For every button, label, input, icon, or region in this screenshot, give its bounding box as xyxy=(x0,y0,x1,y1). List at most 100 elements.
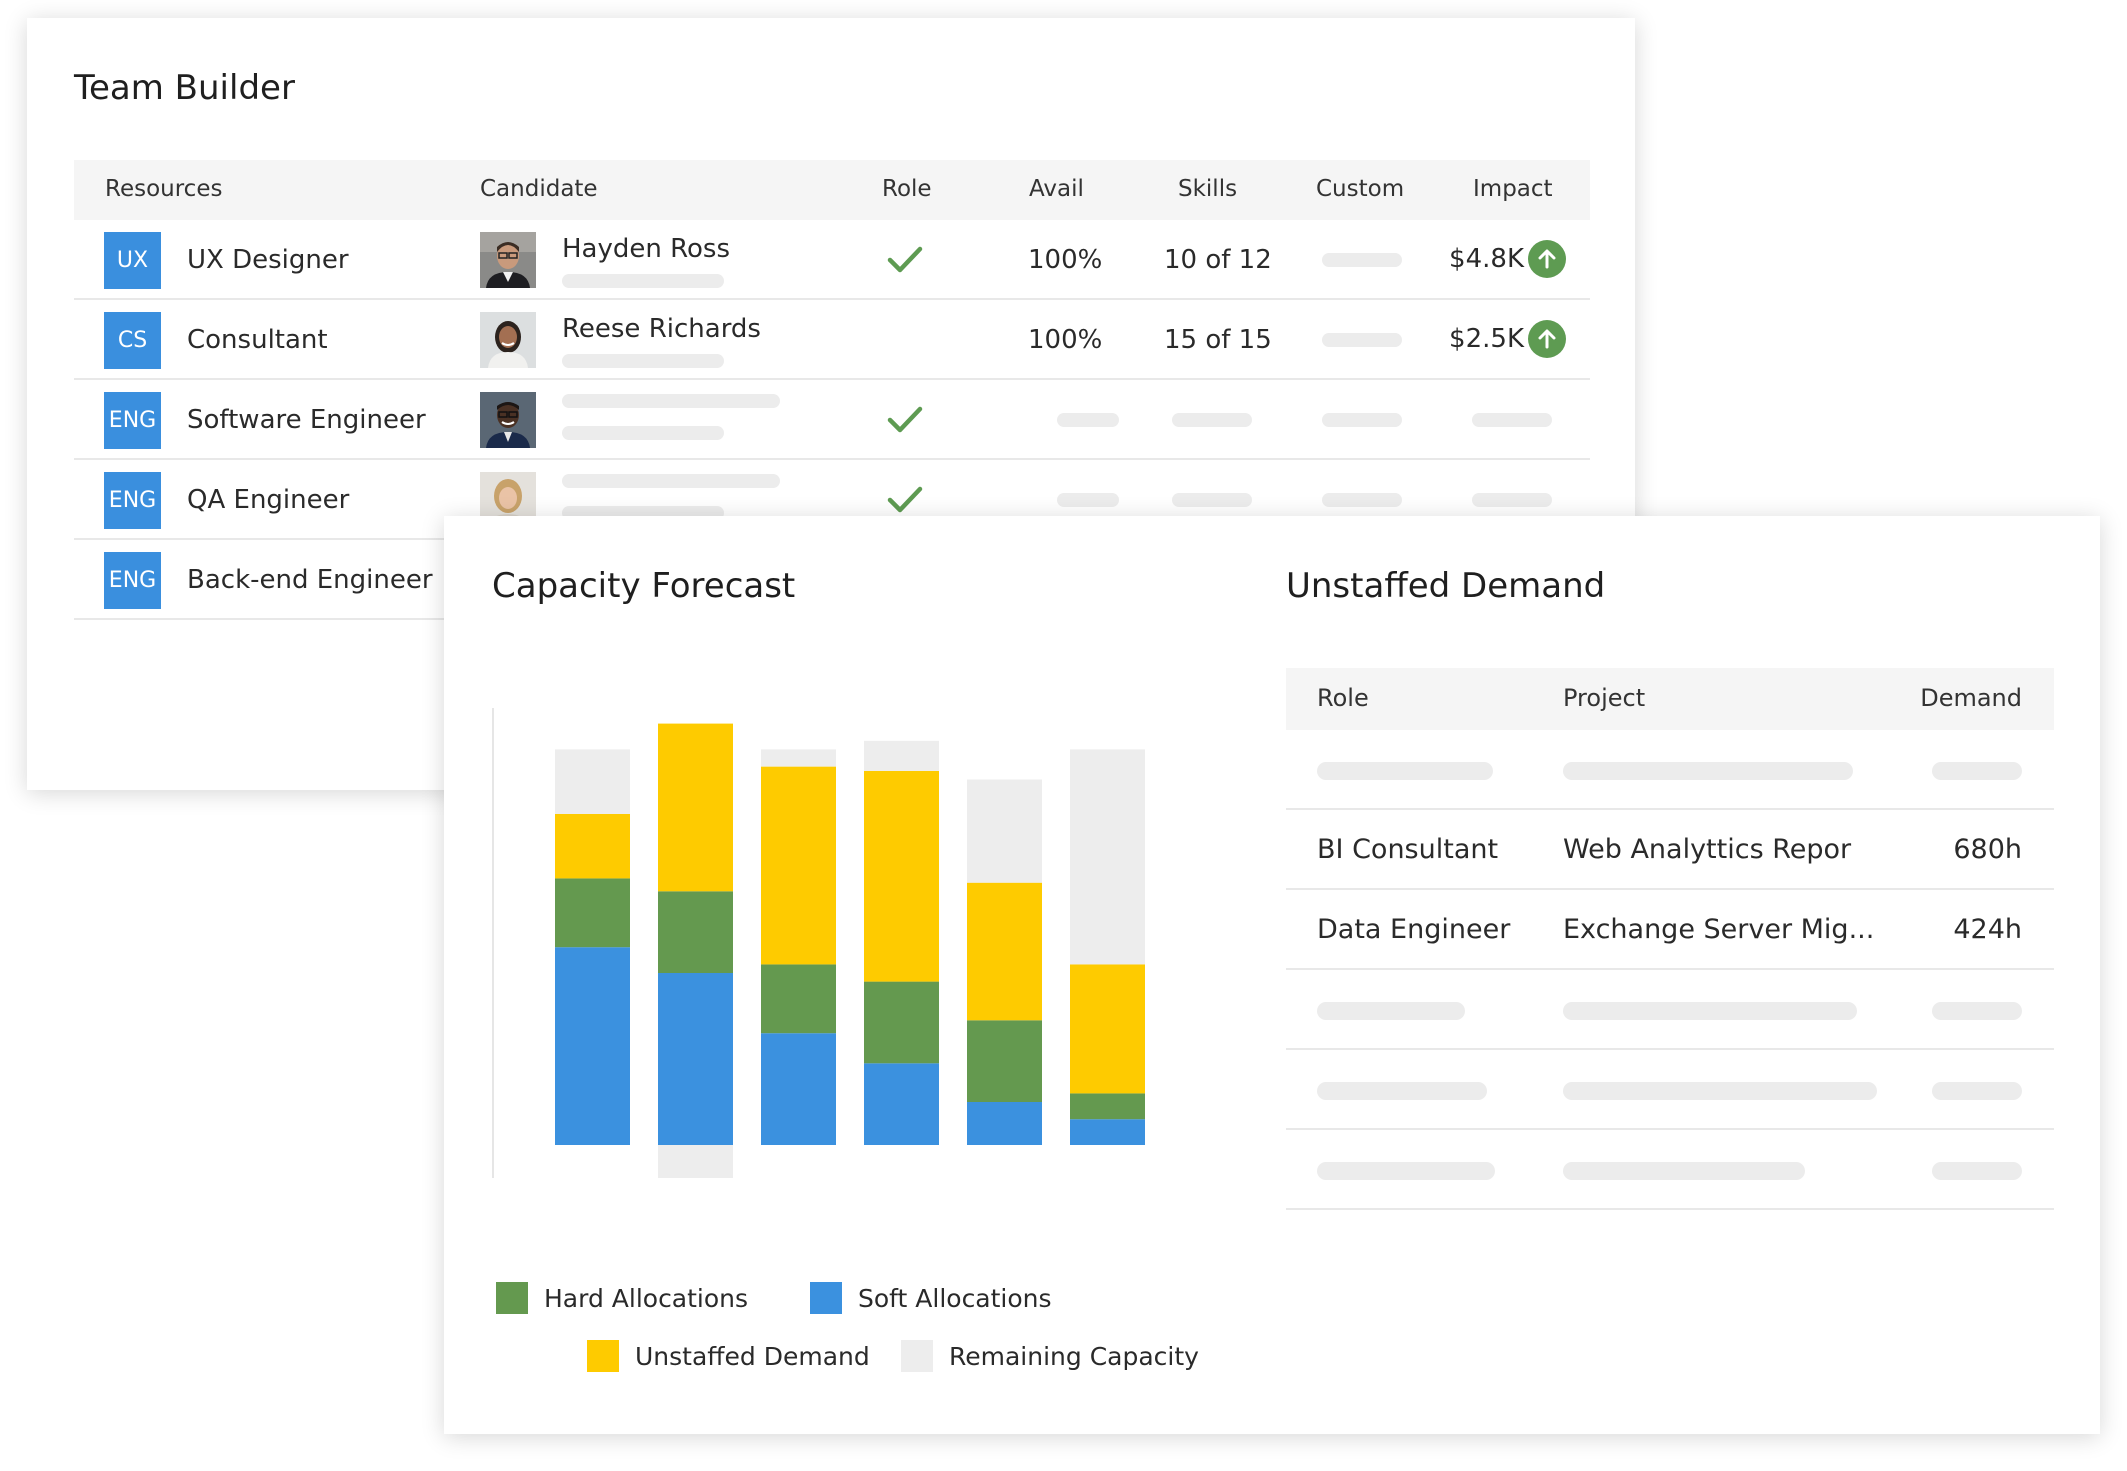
bar-segment-hard-allocations[interactable] xyxy=(555,878,630,948)
unstaffed-demand-table-header: Role Project Demand xyxy=(1286,668,2054,730)
resource-badge: ENG xyxy=(104,472,161,529)
impact-placeholder xyxy=(1472,493,1552,507)
table-row[interactable]: ENG Software Engineer xyxy=(74,380,1590,460)
placeholder-bar xyxy=(1563,1162,1805,1180)
col-role[interactable]: Role xyxy=(1317,684,1369,712)
impact-cell: $4.8K xyxy=(1449,240,1566,278)
legend-soft-allocations[interactable]: Soft Allocations xyxy=(810,1282,1052,1314)
table-row[interactable] xyxy=(1286,730,2054,810)
bar-segment-soft-allocations[interactable] xyxy=(967,1102,1042,1145)
avatar-software-engineer[interactable] xyxy=(480,392,536,448)
bar-segment-unstaffed-demand[interactable] xyxy=(658,723,733,892)
bar-segment-soft-allocations[interactable] xyxy=(864,1063,939,1145)
resource-name: UX Designer xyxy=(187,245,349,275)
bar-segment-soft-allocations[interactable] xyxy=(761,1033,836,1145)
avail-placeholder xyxy=(1057,493,1119,507)
check-icon xyxy=(887,485,923,519)
bar-segment-hard-allocations[interactable] xyxy=(658,891,733,973)
legend-label: Remaining Capacity xyxy=(949,1341,1199,1371)
placeholder-bar xyxy=(1563,1002,1857,1020)
team-builder-title: Team Builder xyxy=(74,68,295,108)
placeholder-bar xyxy=(1317,1082,1487,1100)
col-candidate[interactable]: Candidate xyxy=(480,176,598,202)
table-row[interactable] xyxy=(1286,1050,2054,1130)
placeholder-bar xyxy=(1932,762,2022,780)
demand-cell: 680h xyxy=(1953,834,2022,865)
bar-segment-unstaffed-demand[interactable] xyxy=(967,882,1042,1021)
bar-segment-remaining-capacity[interactable] xyxy=(864,740,939,771)
placeholder-bar xyxy=(1563,762,1853,780)
legend-remaining-capacity[interactable]: Remaining Capacity xyxy=(901,1340,1199,1372)
table-row[interactable]: UX UX Designer Hayden Ross 100% 10 of 12… xyxy=(74,220,1590,300)
legend-label: Soft Allocations xyxy=(858,1283,1052,1313)
bar-segment-unstaffed-demand[interactable] xyxy=(761,766,836,965)
table-row[interactable]: Data Engineer Exchange Server Mig... 424… xyxy=(1286,890,2054,970)
legend-unstaffed-demand[interactable]: Unstaffed Demand xyxy=(587,1340,870,1372)
bar-segment-unstaffed-demand[interactable] xyxy=(555,813,630,879)
project-cell: Web Analyttics Repor xyxy=(1563,834,1852,865)
resource-name: Software Engineer xyxy=(187,405,426,435)
table-row[interactable] xyxy=(1286,970,2054,1050)
bar-segment-remaining-capacity[interactable] xyxy=(761,749,836,767)
skills-placeholder xyxy=(1172,413,1252,427)
candidate-name[interactable]: Hayden Ross xyxy=(562,234,730,264)
bar-segment-overflow[interactable] xyxy=(658,1145,733,1178)
placeholder-bar xyxy=(1932,1082,2022,1100)
table-row[interactable]: BI Consultant Web Analyttics Repor 680h xyxy=(1286,810,2054,890)
custom-placeholder xyxy=(1322,493,1402,507)
table-row[interactable]: CS Consultant Reese Richards 100% 15 of … xyxy=(74,300,1590,380)
candidate-name[interactable]: Reese Richards xyxy=(562,314,761,344)
avatar-hayden-ross[interactable] xyxy=(480,232,536,288)
role-cell: BI Consultant xyxy=(1317,834,1499,865)
bar-segment-hard-allocations[interactable] xyxy=(1070,1093,1145,1120)
avail-placeholder xyxy=(1057,413,1119,427)
placeholder-bar xyxy=(1317,1002,1465,1020)
col-avail[interactable]: Avail xyxy=(1029,176,1084,202)
bar-segment-hard-allocations[interactable] xyxy=(864,981,939,1064)
avail-value: 100% xyxy=(1028,245,1103,275)
bar-segment-hard-allocations[interactable] xyxy=(761,964,836,1034)
placeholder-bar xyxy=(1317,762,1493,780)
bar-segment-unstaffed-demand[interactable] xyxy=(1070,964,1145,1094)
bar-segment-remaining-capacity[interactable] xyxy=(967,779,1042,883)
bar-segment-soft-allocations[interactable] xyxy=(555,947,630,1145)
forecast-card: Capacity Forecast Hard Allocations Soft … xyxy=(444,516,2100,1434)
placeholder-bar xyxy=(562,474,780,488)
bar-segment-unstaffed-demand[interactable] xyxy=(864,770,939,982)
placeholder-bar xyxy=(1317,1162,1495,1180)
col-role[interactable]: Role xyxy=(882,176,932,202)
col-resources[interactable]: Resources xyxy=(105,176,222,202)
bar-segment-soft-allocations[interactable] xyxy=(658,973,733,1145)
resource-name: Consultant xyxy=(187,325,328,355)
bar-segment-remaining-capacity[interactable] xyxy=(555,749,630,814)
avatar-reese-richards[interactable] xyxy=(480,312,536,368)
resource-badge: ENG xyxy=(104,392,161,449)
check-icon xyxy=(887,405,923,439)
placeholder-bar xyxy=(562,394,780,408)
placeholder-bar xyxy=(1932,1002,2022,1020)
col-custom[interactable]: Custom xyxy=(1316,176,1404,202)
bar-segment-soft-allocations[interactable] xyxy=(1070,1119,1145,1145)
unstaffed-demand-title: Unstaffed Demand xyxy=(1286,566,1606,606)
resource-badge: UX xyxy=(104,232,161,289)
col-demand[interactable]: Demand xyxy=(1920,684,2022,712)
impact-value: $2.5K xyxy=(1449,324,1524,354)
capacity-forecast-chart xyxy=(492,708,1145,1178)
col-project[interactable]: Project xyxy=(1563,684,1645,712)
placeholder-bar xyxy=(562,426,724,440)
role-cell: Data Engineer xyxy=(1317,914,1511,945)
impact-placeholder xyxy=(1472,413,1552,427)
custom-placeholder xyxy=(1322,333,1402,347)
legend-hard-allocations[interactable]: Hard Allocations xyxy=(496,1282,748,1314)
bar-segment-remaining-capacity[interactable] xyxy=(1070,749,1145,965)
table-row[interactable] xyxy=(1286,1130,2054,1210)
legend-label: Hard Allocations xyxy=(544,1283,749,1313)
col-skills[interactable]: Skills xyxy=(1178,176,1237,202)
legend-swatch xyxy=(901,1340,933,1372)
col-impact[interactable]: Impact xyxy=(1473,176,1553,202)
avail-value: 100% xyxy=(1028,325,1103,355)
legend-swatch xyxy=(587,1340,619,1372)
skills-value: 10 of 12 xyxy=(1164,245,1272,275)
bar-segment-hard-allocations[interactable] xyxy=(967,1020,1042,1102)
demand-cell: 424h xyxy=(1953,914,2022,945)
